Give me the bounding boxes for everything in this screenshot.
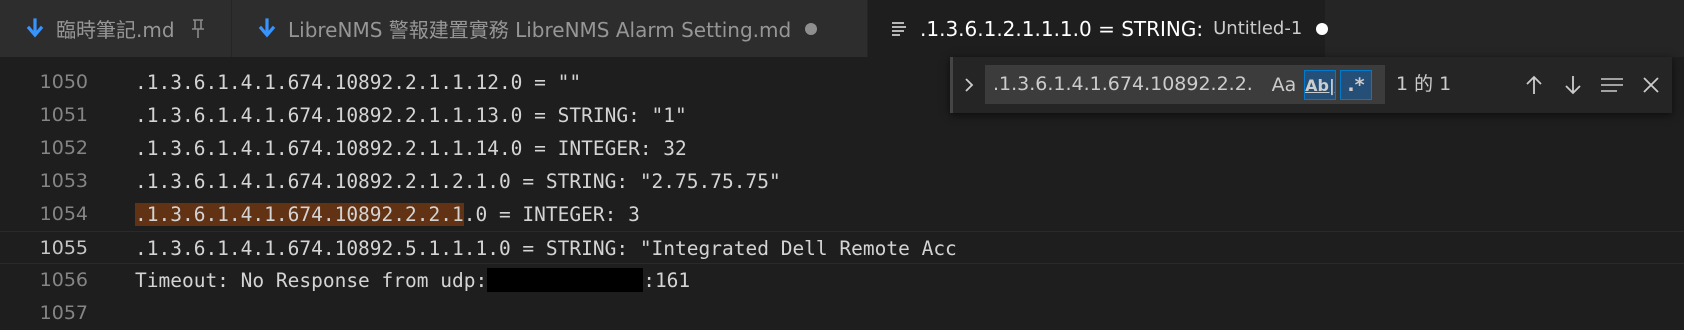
text-file-icon: [890, 19, 908, 39]
previous-match-arrow-up-icon[interactable]: [1518, 69, 1550, 101]
code-line-current[interactable]: 1055 .1.3.6.1.4.1.674.10892.5.1.1.1.0 = …: [0, 231, 1684, 264]
find-query: .1.3.6.1.4.1.674.10892.2.2.1: [993, 73, 1253, 95]
line-number: 1053: [39, 170, 88, 192]
line-number: 1051: [39, 104, 88, 126]
toggle-replace-chevron-icon[interactable]: [957, 71, 981, 99]
code-line[interactable]: 1056 Timeout: No Response from udp: :161: [0, 264, 1684, 297]
line-text: .1.3.6.1.4.1.674.10892.2.1.2.1.0 = STRIN…: [135, 170, 781, 193]
line-number: 1057: [39, 302, 88, 324]
tab-librenms-alarm[interactable]: LibreNMS 警報建置實務 LibreNMS Alarm Setting.m…: [232, 0, 868, 57]
next-match-arrow-down-icon[interactable]: [1557, 69, 1589, 101]
line-text-suffix: :161: [643, 269, 691, 292]
redacted-ip-block: [487, 267, 644, 292]
regex-toggle[interactable]: .*: [1340, 70, 1372, 100]
match-case-toggle[interactable]: Aa: [1269, 71, 1299, 99]
search-match-highlight: .1.3.6.1.4.1.674.10892.2.2.1: [135, 203, 464, 226]
line-number: 1055: [39, 237, 88, 259]
tab-temp-notes[interactable]: 臨時筆記.md: [0, 0, 232, 57]
tab-label: 臨時筆記.md: [56, 18, 175, 42]
download-arrow-icon: [26, 17, 44, 40]
line-number: 1054: [39, 203, 88, 225]
line-text-prefix: Timeout: No Response from udp:: [135, 269, 488, 292]
tab-description: Untitled-1: [1213, 18, 1303, 39]
match-count: 1 的 1: [1396, 73, 1452, 95]
line-text: .1.3.6.1.4.1.674.10892.2.1.1.13.0 = STRI…: [135, 104, 687, 127]
unsaved-dot-icon[interactable]: [805, 22, 818, 35]
whole-word-toggle[interactable]: Ab|: [1304, 70, 1336, 100]
code-line[interactable]: 1053 .1.3.6.1.4.1.674.10892.2.1.2.1.0 = …: [0, 165, 1684, 198]
line-number: 1056: [39, 269, 88, 291]
line-text: .1.3.6.1.4.1.674.10892.2.1.1.12.0 = "": [135, 71, 582, 94]
unsaved-dot-icon[interactable]: [1316, 22, 1329, 35]
code-line[interactable]: 1054 .1.3.6.1.4.1.674.10892.2.2.1.0 = IN…: [0, 198, 1684, 231]
close-icon[interactable]: [1635, 69, 1667, 101]
line-number: 1052: [39, 137, 88, 159]
code-line[interactable]: 1057: [0, 297, 1684, 330]
code-line[interactable]: 1052 .1.3.6.1.4.1.674.10892.2.1.1.14.0 =…: [0, 132, 1684, 165]
tab-label: .1.3.6.1.2.1.1.1.0 = STRING:: [920, 16, 1204, 41]
find-in-selection-icon[interactable]: [1596, 69, 1628, 101]
line-text: .1.3.6.1.4.1.674.10892.2.2.1.0 = INTEGER…: [135, 198, 640, 231]
tab-bar: 臨時筆記.md LibreNMS 警報建置實務 LibreNMS Alarm S…: [0, 0, 1684, 57]
line-text: .1.3.6.1.4.1.674.10892.5.1.1.1.0 = STRIN…: [135, 237, 957, 260]
pin-icon[interactable]: [189, 18, 207, 40]
line-text-rest: .0 = INTEGER: 3: [463, 203, 640, 226]
tab-label: LibreNMS 警報建置實務 LibreNMS Alarm Setting.m…: [288, 18, 792, 42]
line-text: .1.3.6.1.4.1.674.10892.2.1.1.14.0 = INTE…: [135, 137, 687, 160]
download-arrow-icon: [258, 17, 276, 40]
find-widget: .1.3.6.1.4.1.674.10892.2.2.1 Aa Ab| .* 1…: [950, 57, 1672, 113]
tab-untitled-1[interactable]: .1.3.6.1.2.1.1.1.0 = STRING: Untitled-1: [868, 0, 1329, 57]
find-input[interactable]: .1.3.6.1.4.1.674.10892.2.2.1 Aa Ab| .*: [985, 65, 1385, 104]
line-text: Timeout: No Response from udp: :161: [135, 264, 690, 297]
line-number: 1050: [39, 71, 88, 93]
